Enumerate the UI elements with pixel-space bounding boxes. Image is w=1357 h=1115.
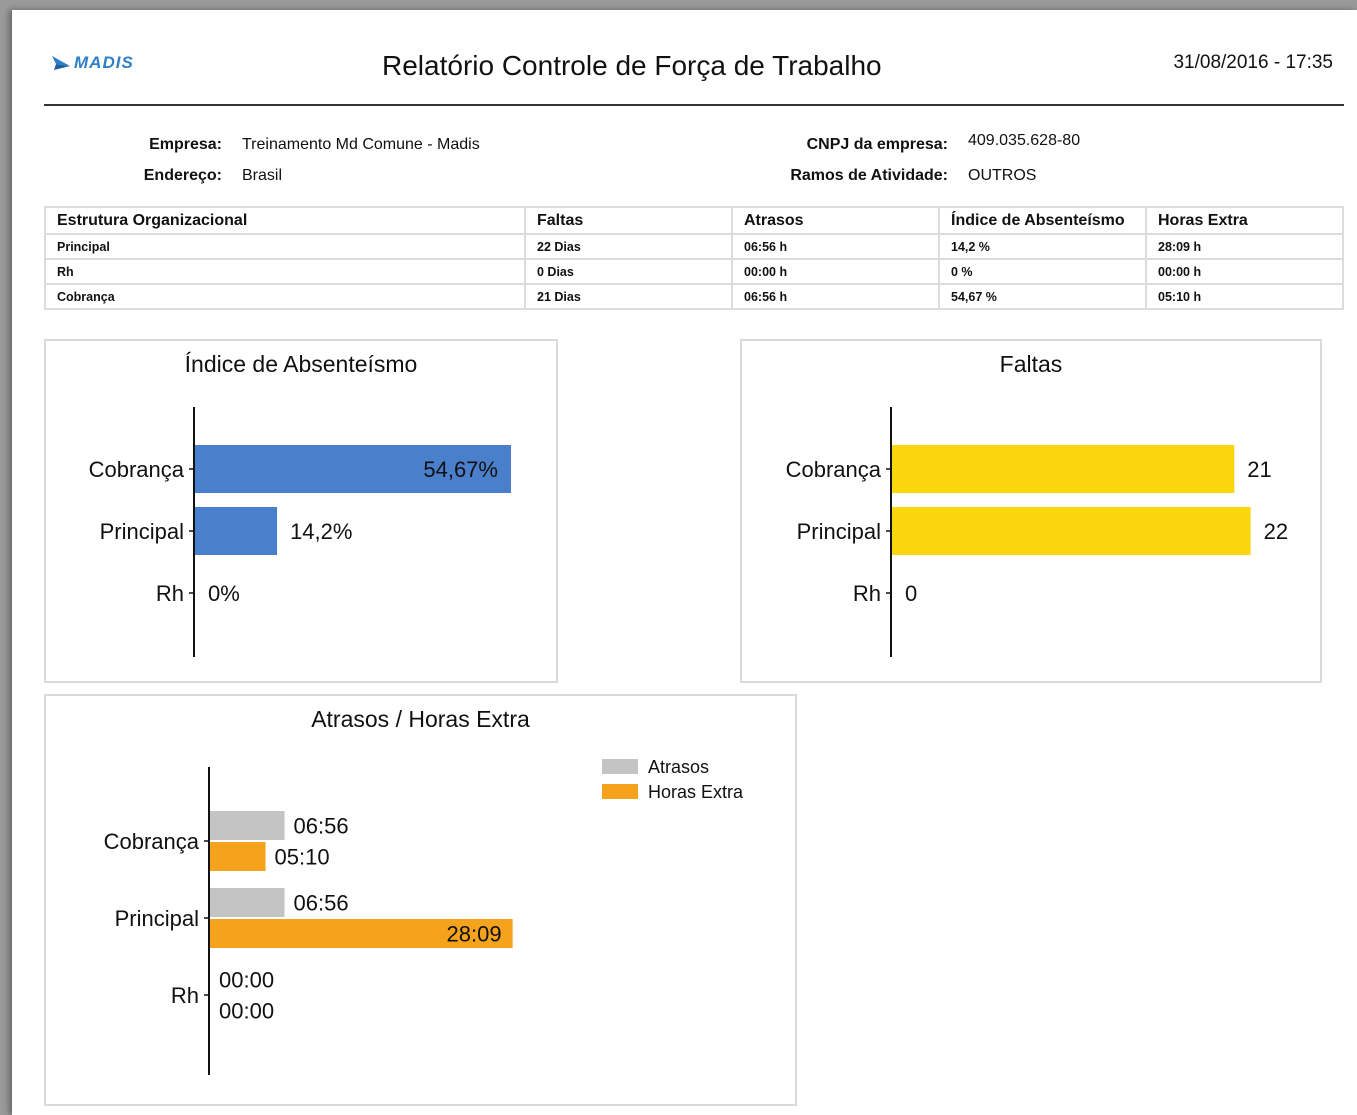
atrasos-horas-chart: Cobrança 06:56 05:10 Principal 06:56 28:09 Rh 0…	[104, 757, 744, 1075]
bar	[892, 507, 1251, 555]
cnpj-value: 409.035.628-80	[968, 132, 1081, 149]
empresa-label: Empresa:	[149, 136, 222, 153]
data-label: 14,2%	[290, 519, 352, 544]
data-label: 21	[1247, 457, 1271, 482]
table-row: Principal 22 Dias 06:56 h 14,2 % 28:09 h	[44, 233, 1344, 260]
legend-label: Atrasos	[648, 757, 709, 777]
col-header-estrutura: Estrutura Organizacional	[44, 206, 526, 235]
endereco-value: Brasil	[242, 167, 283, 184]
report-title: Relatório Controle de Força de Trabalho	[382, 50, 882, 81]
table-cell: 0 %	[938, 258, 1147, 285]
table-cell: Cobrança	[44, 283, 526, 310]
table-cell: Principal	[44, 233, 526, 260]
data-label: 22	[1264, 519, 1288, 544]
endereco-label: Endereço:	[143, 167, 222, 184]
data-label: 0	[905, 581, 917, 606]
table-cell: 54,67 %	[938, 283, 1147, 310]
legend-swatch	[602, 784, 638, 799]
faltas-chart: Cobrança 21 Principal 22 Rh 0	[786, 407, 1288, 657]
ramos-label: Ramos de Atividade:	[790, 167, 948, 184]
data-label: 06:56	[294, 814, 349, 839]
table-cell: 00:00 h	[731, 258, 940, 285]
legend-label: Horas Extra	[648, 782, 744, 802]
bar	[195, 507, 278, 555]
col-header-atrasos: Atrasos	[731, 206, 940, 235]
cnpj-label: CNPJ da empresa:	[806, 136, 948, 153]
table-cell: 21 Dias	[524, 283, 733, 310]
col-header-horas-extra: Horas Extra	[1145, 206, 1344, 235]
category-label: Rh	[171, 983, 199, 1008]
table-cell: 22 Dias	[524, 233, 733, 260]
category-label: Cobrança	[104, 829, 200, 854]
data-label: 05:10	[275, 845, 330, 870]
empresa-value: Treinamento Md Comune - Madis	[242, 136, 480, 153]
header-divider	[44, 104, 1344, 106]
data-label: 54,67%	[423, 457, 498, 482]
category-label: Principal	[115, 906, 199, 931]
table-cell: 05:10 h	[1145, 283, 1344, 310]
faltas-chart-panel: Faltas Cobrança 21 Principal 22 Rh 0	[740, 339, 1322, 683]
data-label: 06:56	[294, 891, 349, 916]
report-page: MADIS Relatório Controle de Força de Tra…	[12, 10, 1357, 1115]
category-label: Principal	[100, 519, 184, 544]
category-label: Cobrança	[89, 457, 185, 482]
table-cell: 28:09 h	[1145, 233, 1344, 260]
data-label: 00:00	[219, 999, 274, 1024]
col-header-faltas: Faltas	[524, 206, 733, 235]
logo-text: MADIS	[74, 53, 134, 72]
bar	[210, 811, 285, 840]
table-cell: 00:00 h	[1145, 258, 1344, 285]
bar	[210, 842, 266, 871]
table-cell: 14,2 %	[938, 233, 1147, 260]
category-label: Rh	[156, 581, 184, 606]
data-label: 28:09	[447, 922, 502, 947]
absenteismo-chart: Cobrança 54,67% Principal 14,2% Rh 0%	[89, 407, 511, 657]
category-label: Rh	[853, 581, 881, 606]
col-header-absenteismo: Índice de Absenteísmo	[938, 206, 1147, 235]
ramos-value: OUTROS	[968, 167, 1037, 184]
legend-swatch	[602, 759, 638, 774]
absenteismo-chart-panel: Índice de Absenteísmo Cobrança 54,67% Prin…	[44, 339, 558, 683]
summary-table: Estrutura Organizacional Faltas Atrasos …	[44, 206, 1344, 310]
table-cell: 06:56 h	[731, 233, 940, 260]
table-row: Cobrança 21 Dias 06:56 h 54,67 % 05:10 h	[44, 283, 1344, 310]
table-cell: 0 Dias	[524, 258, 733, 285]
madis-logo-icon	[52, 56, 70, 70]
category-label: Principal	[797, 519, 881, 544]
report-datetime: 31/08/2016 - 17:35	[1173, 52, 1333, 73]
table-cell: Rh	[44, 258, 526, 285]
bar	[210, 888, 285, 917]
atrasos-horas-chart-panel: Atrasos / Horas Extra Cobrança 06:56 05:10…	[44, 694, 797, 1106]
category-label: Cobrança	[786, 457, 882, 482]
table-row: Rh 0 Dias 00:00 h 0 % 00:00 h	[44, 258, 1344, 285]
table-cell: 06:56 h	[731, 283, 940, 310]
bar	[892, 445, 1235, 493]
data-label: 00:00	[219, 968, 274, 993]
data-label: 0%	[208, 581, 240, 606]
table-header-row: Estrutura Organizacional Faltas Atrasos …	[44, 206, 1344, 235]
madis-logo: MADIS	[52, 52, 134, 74]
